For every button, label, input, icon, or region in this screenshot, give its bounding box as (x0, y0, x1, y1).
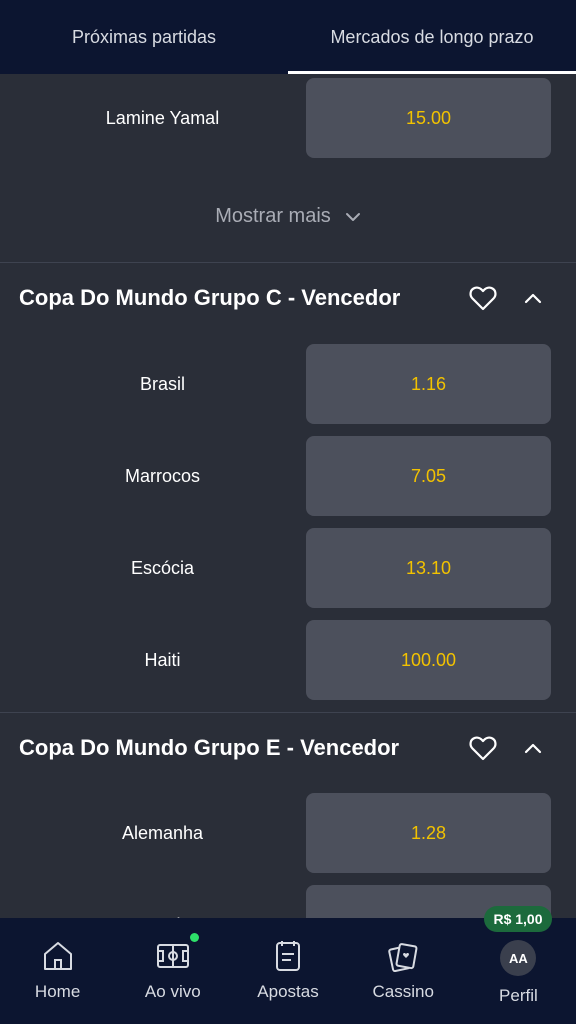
market-tabs: Próximas partidas Mercados de longo praz… (0, 0, 576, 74)
bet-slip-icon (271, 940, 305, 972)
home-icon (41, 940, 75, 972)
odd-button[interactable]: 13.10 (306, 528, 551, 608)
market-row: Haiti 100.00 (0, 620, 576, 700)
odd-button[interactable]: 7.05 (306, 436, 551, 516)
divider (0, 712, 576, 713)
odd-button[interactable]: 1.28 (306, 793, 551, 873)
bottom-nav: Home Ao vivo Apostas Cassino AA Perfil (0, 918, 576, 1024)
tab-upcoming-matches[interactable]: Próximas partidas (0, 0, 288, 74)
nav-label: Ao vivo (144, 982, 201, 1001)
selection-name: Alemanha (121, 822, 204, 843)
odd-button[interactable]: 15.00 (306, 78, 551, 158)
divider (0, 262, 576, 263)
chevron-down-icon (345, 205, 361, 228)
collapse-chevron-up-icon[interactable] (515, 730, 551, 766)
selection-name: Equador (20, 885, 305, 919)
balance-badge[interactable]: R$ 1,00 (484, 906, 552, 932)
market-row: Escócia 13.10 (0, 528, 576, 608)
selection-name: Haiti (144, 649, 181, 670)
avatar: AA (500, 940, 537, 976)
nav-casino[interactable]: Cassino (346, 918, 461, 1024)
section-title: Copa Do Mundo Grupo E - Vencedor (19, 735, 400, 760)
show-more-label: Mostrar mais (215, 204, 331, 227)
selection-name: Marrocos (124, 465, 200, 486)
soccer-field-icon (156, 940, 190, 972)
nav-home[interactable]: Home (0, 918, 115, 1024)
nav-live[interactable]: Ao vivo (115, 918, 230, 1024)
live-indicator-dot (190, 933, 200, 942)
market-row: Alemanha 1.28 (0, 793, 576, 873)
nav-profile[interactable]: AA Perfil (461, 918, 576, 1024)
market-row: Lamine Yamal 15.00 (0, 78, 576, 158)
show-more-button[interactable]: Mostrar mais (0, 198, 576, 234)
nav-label: Perfil (499, 986, 538, 1005)
nav-label: Apostas (257, 982, 319, 1001)
odd-button[interactable]: 100.00 (306, 620, 551, 700)
market-row: Brasil 1.16 (0, 344, 576, 424)
nav-label: Cassino (372, 982, 434, 1001)
selection-name: Brasil (139, 373, 185, 394)
nav-label: Home (34, 982, 81, 1001)
favorite-heart-icon[interactable] (465, 280, 501, 316)
odd-button[interactable]: 1.16 (306, 344, 551, 424)
favorite-heart-icon[interactable] (465, 730, 501, 766)
markets-list[interactable]: Lamine Yamal 15.00 Mostrar mais Copa Do … (0, 74, 576, 918)
tab-long-term-markets[interactable]: Mercados de longo prazo (288, 0, 576, 74)
market-row: Marrocos 7.05 (0, 436, 576, 516)
nav-bets[interactable]: Apostas (230, 918, 345, 1024)
selection-name: Escócia (130, 557, 195, 578)
selection-name: Lamine Yamal (105, 107, 220, 128)
cards-icon (386, 940, 420, 972)
section-title: Copa Do Mundo Grupo C - Vencedor (19, 285, 401, 310)
collapse-chevron-up-icon[interactable] (515, 280, 551, 316)
